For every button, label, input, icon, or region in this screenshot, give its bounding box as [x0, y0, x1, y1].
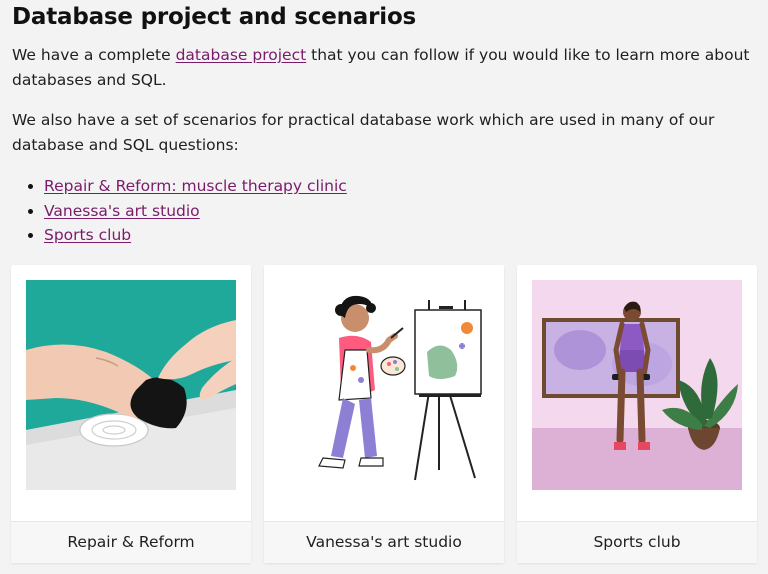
massage-illustration	[26, 280, 236, 490]
scenarios-paragraph: We also have a set of scenarios for prac…	[12, 111, 715, 154]
intro-text-before: We have a complete	[12, 46, 176, 64]
list-item: Vanessa's art studio	[44, 199, 347, 224]
card-repair-reform[interactable]: Repair & Reform	[11, 265, 251, 563]
card-art-studio[interactable]: Vanessa's art studio	[264, 265, 504, 563]
gym-illustration	[532, 280, 742, 490]
card-caption: Sports club	[517, 521, 757, 563]
card-caption: Vanessa's art studio	[264, 521, 504, 563]
repair-reform-link[interactable]: Repair & Reform: muscle therapy clinic	[44, 177, 347, 195]
intro-paragraph: We have a complete database project that…	[12, 43, 756, 93]
scenario-cards: Repair & Reform Vanessa's art studio Spo…	[11, 265, 758, 563]
card-sports-club[interactable]: Sports club	[517, 265, 757, 563]
card-caption: Repair & Reform	[11, 521, 251, 563]
database-project-link[interactable]: database project	[176, 46, 307, 64]
page-title: Database project and scenarios	[12, 4, 417, 30]
scenario-list: Repair & Reform: muscle therapy clinic V…	[12, 174, 347, 248]
list-item: Repair & Reform: muscle therapy clinic	[44, 174, 347, 199]
painter-illustration	[279, 280, 489, 490]
art-studio-link[interactable]: Vanessa's art studio	[44, 202, 200, 220]
list-item: Sports club	[44, 223, 347, 248]
sports-club-link[interactable]: Sports club	[44, 226, 131, 244]
